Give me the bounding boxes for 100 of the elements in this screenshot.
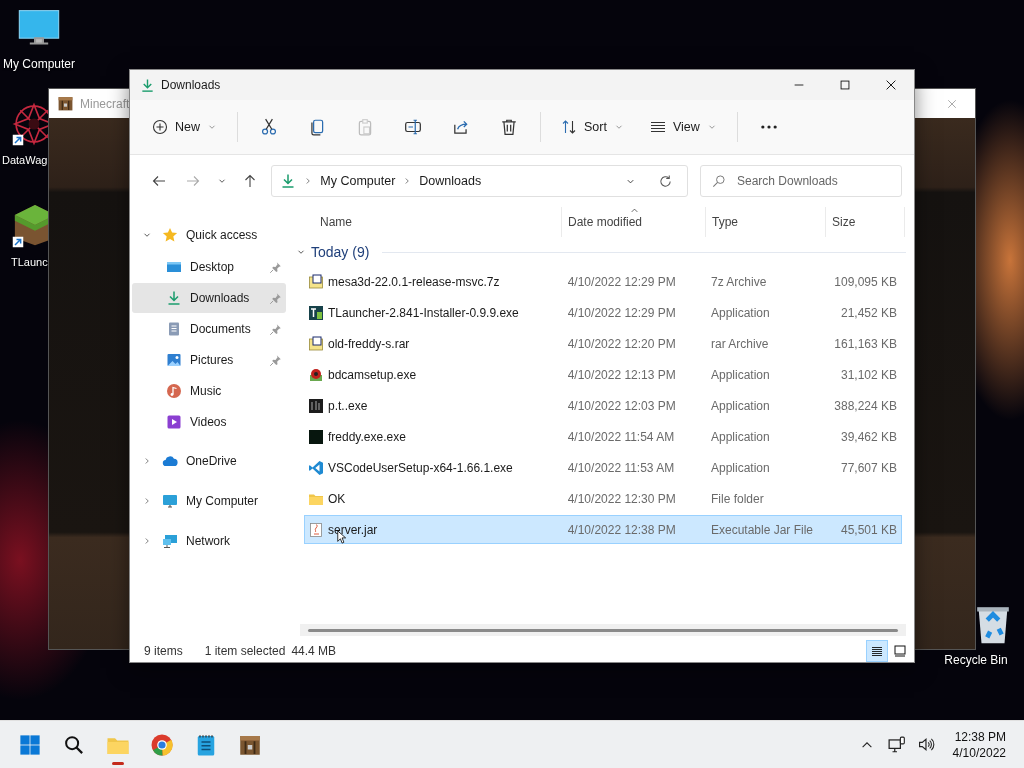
file-row[interactable]: OK 4/10/2022 12:30 PM File folder — [304, 484, 902, 513]
app-icon — [308, 428, 324, 445]
sidebar-item[interactable]: Documents — [132, 314, 286, 344]
type-cell: rar Archive — [710, 336, 769, 351]
sidebar-item[interactable]: Network — [132, 521, 286, 561]
size-cell: 39,462 KB — [840, 429, 897, 444]
refresh-icon — [657, 173, 673, 189]
file-row[interactable]: mesa3d-22.0.1-release-msvc.7z 4/10/2022 12:29 PM 7z Archive 109,095 KB — [304, 267, 902, 296]
file-name: TLauncher-2.841-Installer-0.9.9.exe — [328, 305, 519, 320]
sidebar-item[interactable]: Desktop — [132, 252, 286, 282]
date-cell: 4/10/2022 12:38 PM — [567, 522, 676, 537]
close-icon — [884, 78, 898, 92]
file-name: OK — [328, 491, 346, 506]
sidebar-item[interactable]: My Computer — [132, 481, 286, 521]
sidebar-item[interactable]: Music — [132, 376, 286, 406]
search-icon — [64, 734, 84, 755]
plus-icon — [152, 119, 168, 135]
sidebar-item[interactable]: Quick access — [132, 215, 286, 255]
code-editor-icon — [308, 459, 324, 476]
file-row[interactable]: VSCodeUserSetup-x64-1.66.1.exe 4/10/2022 11:53 AM Application 77,607 KB — [304, 453, 902, 482]
file-row[interactable]: server.jar 4/10/2022 12:38 PM Executable Jar File 45,501 KB — [304, 515, 902, 544]
date-cell: 4/10/2022 12:29 PM — [567, 274, 676, 289]
date-cell: 4/10/2022 12:13 PM — [567, 367, 676, 382]
details-view-button[interactable] — [866, 640, 888, 662]
speaker-icon — [918, 736, 936, 753]
document-icon — [166, 321, 182, 337]
maximize-icon — [838, 78, 852, 92]
picture-icon — [166, 352, 182, 368]
column-header[interactable]: Date modified — [562, 207, 706, 237]
network-icon — [162, 533, 178, 549]
file-row[interactable]: bdcamsetup.exe 4/10/2022 12:13 PM Application 31,102 KB — [304, 360, 902, 389]
file-name: old-freddy-s.rar — [328, 336, 410, 351]
address-bar[interactable]: My Computer Downloads — [271, 165, 688, 197]
sidebar-item[interactable]: Pictures — [132, 345, 286, 375]
network-icon — [887, 735, 906, 754]
desktop-icon — [166, 259, 182, 275]
horizontal-scrollbar[interactable] — [300, 624, 906, 636]
date-cell: 4/10/2022 12:30 PM — [567, 491, 676, 506]
selection-count: 1 item selected — [204, 644, 286, 658]
sidebar-item[interactable]: Downloads — [132, 283, 286, 313]
file-name: VSCodeUserSetup-x64-1.66.1.exe — [328, 460, 513, 475]
size-cell: 77,607 KB — [840, 460, 897, 475]
music-icon — [166, 383, 182, 399]
type-cell: Application — [710, 305, 770, 320]
forward-arrow-icon — [184, 173, 201, 189]
column-header[interactable]: Size — [826, 207, 905, 237]
desktop-icon-label[interactable]: My Computer — [3, 57, 75, 71]
date-cell: 4/10/2022 12:29 PM — [567, 305, 676, 320]
app-icon — [308, 366, 324, 383]
new-button[interactable]: New — [144, 110, 225, 144]
file-row[interactable]: freddy.exe.exe 4/10/2022 11:54 AM Application 39,462 KB — [304, 422, 902, 451]
view-button[interactable]: View — [641, 110, 725, 144]
video-icon — [166, 414, 182, 430]
column-header[interactable]: Type — [706, 207, 826, 237]
size-cell: 21,452 KB — [840, 305, 897, 320]
column-header[interactable]: Name — [304, 207, 562, 237]
download-icon — [280, 173, 297, 189]
windows-logo-icon — [19, 733, 41, 756]
type-cell: Application — [710, 367, 770, 382]
search-field[interactable]: Search Downloads — [700, 165, 902, 197]
desktop-icon-label[interactable]: DataWag — [2, 154, 48, 166]
size-cell: 109,095 KB — [834, 274, 897, 289]
cloud-icon — [162, 453, 178, 469]
date-cell: 4/10/2022 11:54 AM — [567, 429, 675, 444]
archive-icon — [308, 335, 324, 352]
desktop-icon-label[interactable]: TLaunc — [11, 256, 48, 268]
file-name: bdcamsetup.exe — [328, 367, 417, 382]
sidebar-item[interactable]: Videos — [132, 407, 286, 437]
type-cell: Application — [710, 460, 770, 475]
type-cell: Application — [710, 398, 770, 413]
type-cell: 7z Archive — [710, 274, 767, 289]
group-header[interactable]: Today (9) — [311, 244, 370, 260]
breadcrumb-link[interactable]: Downloads — [419, 174, 482, 188]
file-name: p.t..exe — [328, 398, 368, 413]
close-icon — [946, 97, 958, 110]
archive-icon — [308, 273, 324, 290]
app-icon — [308, 397, 324, 414]
size-cell: 31,102 KB — [840, 367, 897, 382]
type-cell: Executable Jar File — [710, 522, 813, 537]
desktop-icon-label[interactable]: Recycle Bin — [944, 653, 1008, 667]
breadcrumb-link[interactable]: My Computer — [320, 174, 396, 188]
file-row[interactable]: TLauncher-2.841-Installer-0.9.9.exe 4/10/2022 12:29 PM Application 21,452 KB — [304, 298, 902, 327]
app-icon — [308, 304, 324, 321]
size-cell: 161,163 KB — [834, 336, 897, 351]
sort-icon — [561, 119, 577, 135]
tiles-view-icon — [892, 643, 908, 659]
crate-icon — [57, 95, 74, 112]
sort-button[interactable]: Sort — [553, 110, 632, 144]
clock-button[interactable]: 12:38 PM 4/10/2022 — [952, 728, 1006, 761]
download-icon — [166, 290, 182, 306]
download-icon — [140, 77, 155, 93]
date-cell: 4/10/2022 12:03 PM — [567, 398, 676, 413]
file-row[interactable]: p.t..exe 4/10/2022 12:03 PM Application 388,224 KB — [304, 391, 902, 420]
date-cell: 4/10/2022 12:20 PM — [567, 336, 676, 351]
sidebar-item[interactable]: OneDrive — [132, 441, 286, 481]
selection-size: 44.4 MB — [291, 644, 337, 658]
item-count: 9 items — [144, 644, 183, 658]
file-row[interactable]: old-freddy-s.rar 4/10/2022 12:20 PM rar Archive 161,163 KB — [304, 329, 902, 358]
window-title: Minecraft — [80, 96, 130, 111]
size-cell: 388,224 KB — [834, 398, 897, 413]
